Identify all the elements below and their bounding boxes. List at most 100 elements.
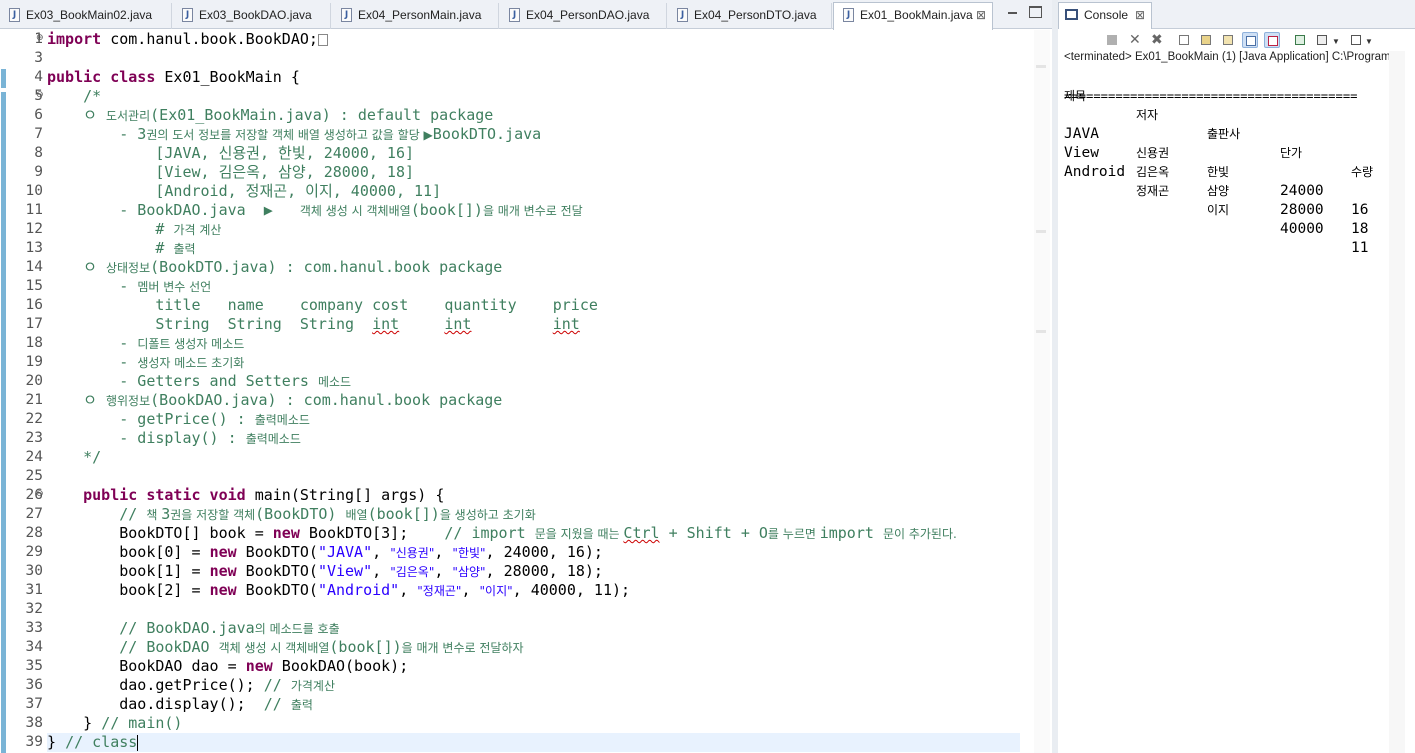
code-line: BookDAO dao = new BookDAO(book); xyxy=(47,657,409,675)
line-number: 9 xyxy=(34,164,43,180)
code-line: // BookDAO.java의 메소드를 호출 xyxy=(47,619,340,637)
chevron-down-icon[interactable]: ▼ xyxy=(1331,32,1341,48)
tab-label: Ex04_PersonMain.java xyxy=(358,8,482,22)
line-number: 39 xyxy=(25,734,43,750)
line-number: 37 xyxy=(25,696,43,712)
code-line: [JAVA, 신용권, 한빛, 24000, 16] xyxy=(47,144,415,162)
java-file-icon: J xyxy=(182,8,193,22)
line-number: 10 xyxy=(25,183,43,199)
code-line: [Android, 정재곤, 이지, 40000, 11] xyxy=(47,182,442,200)
java-file-icon: J xyxy=(341,8,352,22)
display-selected-console-icon[interactable] xyxy=(1314,32,1330,48)
editor-pane: J Ex03_BookMain02.java J Ex03_BookDAO.ja… xyxy=(0,0,1052,753)
maximize-icon[interactable] xyxy=(1029,6,1042,18)
code-line: - 생성자 메소드 초기화 xyxy=(47,353,245,371)
minimize-icon[interactable] xyxy=(1006,6,1019,18)
remove-all-terminated-icon[interactable]: ✖ xyxy=(1148,32,1164,48)
show-console-on-stderr-icon[interactable] xyxy=(1264,32,1280,48)
line-number: 15 xyxy=(25,278,43,294)
fold-expand-icon[interactable]: ⊕ xyxy=(36,32,44,43)
line-number: 33 xyxy=(25,620,43,636)
tab-ex01-bookmain[interactable]: J Ex01_BookMain.java ⊠ xyxy=(833,2,993,30)
ruler-marker xyxy=(1,92,6,753)
line-number: 34 xyxy=(25,639,43,655)
line-number: 18 xyxy=(25,335,43,351)
code-line: BookDTO[] book = new BookDTO[3]; // impo… xyxy=(47,524,957,542)
fold-collapse-icon[interactable]: ⊖ xyxy=(36,488,44,499)
code-line: # 출력 xyxy=(47,239,196,257)
text-caret xyxy=(137,734,139,751)
line-number: 17 xyxy=(25,316,43,332)
java-file-icon: J xyxy=(509,8,520,22)
code-line: // BookDAO 객체 생성 시 객체배열(book[])을 매개 변수로 … xyxy=(47,638,524,656)
remove-launch-icon[interactable]: ✕ xyxy=(1126,32,1142,48)
console-row: Android 정재곤 이지 40000 11 xyxy=(1064,164,1369,256)
java-file-icon: J xyxy=(843,8,854,22)
code-line: book[0] = new BookDTO("JAVA", "신용권", "한빛… xyxy=(47,543,603,561)
fold-collapse-icon[interactable]: ⊖ xyxy=(36,89,44,100)
ruler-marker xyxy=(1,69,6,88)
code-line-current: } // class xyxy=(47,733,1020,752)
code-editor[interactable]: import com.hanul.book.BookDAO; public cl… xyxy=(47,30,1027,753)
code-line: - Getters and Setters 메소드 xyxy=(47,372,352,390)
code-line: - 3권의 도서 정보를 저장할 객체 배열 생성하고 값을 할당 ▶BookD… xyxy=(47,125,542,143)
code-line: } // main() xyxy=(47,714,183,732)
tab-ex03-bookmain02[interactable]: J Ex03_BookMain02.java xyxy=(0,3,172,29)
line-number: 30 xyxy=(25,563,43,579)
pin-console-icon[interactable] xyxy=(1292,32,1308,48)
folded-import-marker[interactable] xyxy=(317,33,328,46)
code-line: - 디폴트 생성자 메소드 xyxy=(47,334,245,352)
show-console-on-stdout-icon[interactable] xyxy=(1242,32,1258,48)
close-tab-icon[interactable]: ⊠ xyxy=(976,3,986,27)
console-monitor-icon xyxy=(1065,9,1078,20)
tab-ex04-personmain[interactable]: J Ex04_PersonMain.java xyxy=(332,3,499,29)
open-console-icon[interactable] xyxy=(1348,32,1364,48)
line-number: 13 xyxy=(25,240,43,256)
overview-mark[interactable] xyxy=(1036,65,1046,68)
code-line: ㅇ 상태정보(BookDTO.java) : com.hanul.book pa… xyxy=(47,258,503,276)
console-view: Console ⊠ ✕ ✖ ▼ ▼ <terminated> Ex01_Book… xyxy=(1058,0,1415,753)
tab-label: Ex01_BookMain.java xyxy=(860,8,973,22)
line-number: 28 xyxy=(25,525,43,541)
line-number: 31 xyxy=(25,582,43,598)
line-number: 32 xyxy=(25,601,43,617)
tab-ex03-bookdao[interactable]: J Ex03_BookDAO.java xyxy=(173,3,331,29)
code-line: book[2] = new BookDTO("Android", "정재곤", … xyxy=(47,581,631,599)
code-line: ㅇ 도서관리(Ex01_BookMain.java) : default pac… xyxy=(47,106,494,124)
close-tab-icon[interactable]: ⊠ xyxy=(1135,3,1145,27)
clear-console-icon[interactable] xyxy=(1176,32,1192,48)
terminate-icon[interactable] xyxy=(1104,32,1120,48)
line-number: 12 xyxy=(25,221,43,237)
overview-mark[interactable] xyxy=(1036,230,1046,233)
line-number: 4 xyxy=(34,69,43,85)
tab-label: Ex03_BookDAO.java xyxy=(199,8,312,22)
console-row: View 김은옥 삼양 28000 18 xyxy=(1064,145,1369,237)
scroll-lock-icon[interactable] xyxy=(1198,32,1214,48)
tab-label: Ex03_BookMain02.java xyxy=(26,8,153,22)
line-number: 21 xyxy=(25,392,43,408)
chevron-down-icon[interactable]: ▼ xyxy=(1364,32,1374,48)
console-row: JAVA 신용권 한빛 24000 16 xyxy=(1064,126,1369,218)
line-number: 20 xyxy=(25,373,43,389)
line-number: 29 xyxy=(25,544,43,560)
overview-mark[interactable] xyxy=(1036,330,1046,333)
console-vertical-scrollbar[interactable] xyxy=(1389,51,1405,753)
overview-ruler xyxy=(0,30,8,753)
editor-vertical-scrollbar[interactable] xyxy=(1034,30,1050,753)
code-line: dao.getPrice(); // 가격계산 xyxy=(47,676,336,694)
code-line: title name company cost quantity price xyxy=(47,296,598,314)
code-line: - BookDAO.java ▶ 객체 생성 시 객체배열(book[])을 매… xyxy=(47,201,583,219)
line-number: 14 xyxy=(25,259,43,275)
line-number: 16 xyxy=(25,297,43,313)
code-line: ㅇ 행위정보(BookDAO.java) : com.hanul.book pa… xyxy=(47,391,503,409)
line-number: 35 xyxy=(25,658,43,674)
java-file-icon: J xyxy=(677,8,688,22)
tab-ex04-persondao[interactable]: J Ex04_PersonDAO.java xyxy=(500,3,667,29)
tab-console[interactable]: Console ⊠ xyxy=(1058,2,1152,29)
word-wrap-icon[interactable] xyxy=(1220,32,1236,48)
code-line: public static void main(String[] args) { xyxy=(83,486,445,504)
line-number: 25 xyxy=(25,468,43,484)
code-line: - display() : 출력메소드 xyxy=(47,429,301,447)
tab-ex04-persondto[interactable]: J Ex04_PersonDTO.java xyxy=(668,3,832,29)
code-line: */ xyxy=(47,448,102,466)
